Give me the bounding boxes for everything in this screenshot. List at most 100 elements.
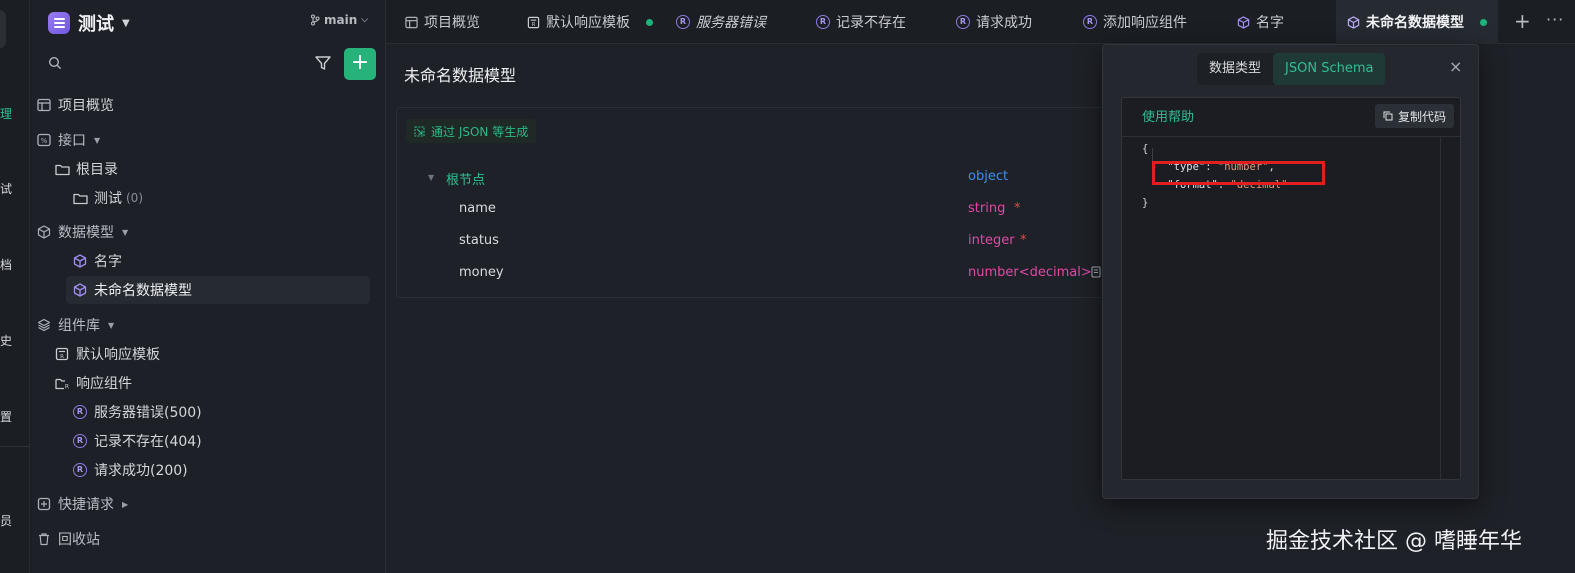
sidebar-item-trash[interactable]: 回收站	[36, 525, 376, 553]
import-icon	[414, 125, 425, 137]
field-type[interactable]: integer	[968, 233, 1015, 248]
sidebar-item-label: 回收站	[58, 532, 100, 548]
quick-request-icon	[36, 496, 52, 512]
sidebar-item-label: 数据模型	[58, 225, 114, 241]
new-tab-button[interactable]: +	[1514, 9, 1531, 33]
editor-divider	[1122, 136, 1460, 137]
field-type[interactable]: string	[968, 201, 1005, 216]
caret-down-icon: ▼	[122, 227, 129, 237]
page-title: 未命名数据模型	[404, 66, 517, 85]
sidebar-item-success[interactable]: R 请求成功(200)	[72, 456, 376, 484]
svg-text:R: R	[64, 383, 68, 390]
code-editor[interactable]: 使用帮助 复制代码 { "type": "number", "format": …	[1121, 97, 1461, 480]
caret-down-icon: ▼	[94, 135, 101, 145]
format-settings-icon[interactable]	[1091, 266, 1101, 278]
rail-item-manage[interactable]: 理	[0, 105, 12, 121]
sidebar-item-not-found[interactable]: R 记录不存在(404)	[72, 427, 376, 455]
field-name[interactable]: name	[459, 201, 496, 216]
rail-divider	[0, 446, 30, 447]
branch-switcher[interactable]: main ⌵	[310, 13, 368, 27]
project-switcher[interactable]: 测试 ▼	[48, 10, 130, 36]
rail-item-members[interactable]: 员	[0, 512, 12, 528]
cube-icon	[36, 224, 52, 240]
sidebar-item-label: 根目录	[76, 162, 118, 178]
highlight-annotation	[1152, 161, 1325, 185]
tab-not-found[interactable]: R 记录不存在	[816, 0, 906, 44]
tab-model-name[interactable]: 名字	[1236, 0, 1284, 44]
copy-code-button[interactable]: 复制代码	[1374, 104, 1454, 128]
field-name-root[interactable]: 根节点	[446, 169, 485, 188]
sidebar-section-components[interactable]: 组件库 ▼	[36, 311, 376, 339]
rail-handle	[0, 10, 6, 48]
svg-text:%: %	[41, 137, 48, 145]
sidebar: 测试 ▼ + 项目概览 % 接口 ▼ 根目录 测试 (0) 数据模型 ▼ 名字 …	[30, 0, 386, 573]
sidebar-section-quick-request[interactable]: 快捷请求 ▶	[36, 490, 376, 518]
tab-overview[interactable]: 项目概览	[404, 0, 480, 44]
add-button[interactable]: +	[344, 48, 376, 80]
sidebar-item-test-folder[interactable]: 测试 (0)	[72, 184, 376, 212]
json-schema-panel: 数据类型 JSON Schema × 使用帮助 复制代码 { "type": "…	[1102, 44, 1479, 499]
sidebar-item-label: 快捷请求	[58, 497, 114, 513]
copy-label: 复制代码	[1397, 109, 1446, 124]
tab-success[interactable]: R 请求成功	[956, 0, 1032, 44]
help-link[interactable]: 使用帮助	[1142, 106, 1194, 125]
caret-down-icon: ▼	[122, 17, 130, 29]
tab-default-template[interactable]: R 默认响应模板	[526, 0, 653, 44]
sidebar-item-server-error[interactable]: R 服务器错误(500)	[72, 398, 376, 426]
field-type-root[interactable]: object	[968, 169, 1008, 184]
tab-label: 服务器错误	[696, 15, 766, 31]
field-name[interactable]: money	[459, 265, 504, 280]
project-name: 测试	[78, 14, 114, 35]
template-icon: R	[54, 346, 70, 362]
code-open-brace: {	[1142, 143, 1149, 155]
response-icon: R	[676, 15, 690, 29]
cube-icon	[1236, 15, 1250, 29]
search-icon[interactable]	[48, 56, 62, 70]
code-close-brace: }	[1142, 197, 1149, 209]
sidebar-section-api[interactable]: % 接口 ▼	[36, 126, 376, 154]
caret-right-icon: ▶	[122, 499, 129, 509]
generate-from-json-button[interactable]: 通过 JSON 等生成	[406, 119, 537, 143]
tab-data-type[interactable]: 数据类型	[1197, 53, 1273, 85]
sidebar-item-label: 名字	[94, 254, 122, 270]
sidebar-item-unnamed-model[interactable]: 未命名数据模型	[66, 276, 370, 304]
tab-label: 未命名数据模型	[1366, 15, 1464, 31]
tab-add-response[interactable]: R 添加响应组件	[1083, 0, 1187, 44]
field-type[interactable]: number<decimal>	[968, 265, 1092, 280]
sidebar-item-default-template[interactable]: R 默认响应模板	[54, 340, 376, 368]
response-icon: R	[816, 15, 830, 29]
filter-icon[interactable]	[314, 54, 332, 72]
folder-icon	[72, 190, 88, 206]
caret-down-icon: ▼	[108, 320, 115, 330]
more-tabs-button[interactable]: ···	[1546, 10, 1564, 29]
sidebar-item-label: 测试	[94, 191, 122, 207]
folder-icon	[54, 161, 70, 177]
sidebar-item-label: 未命名数据模型	[94, 283, 192, 299]
tab-unnamed-model[interactable]: 未命名数据模型	[1336, 0, 1498, 44]
tab-label: 默认响应模板	[546, 15, 630, 31]
tab-label: 名字	[1256, 15, 1284, 31]
rail-item-test[interactable]: 试	[0, 180, 12, 196]
tab-json-schema[interactable]: JSON Schema	[1273, 53, 1386, 85]
tab-bar: main ⌵ 项目概览 R 默认响应模板 R 服务器错误 R 记录不存在 R 请…	[310, 0, 1575, 44]
left-rail: 理 试 档 史 置 员	[0, 0, 30, 573]
rail-item-docs[interactable]: 档	[0, 256, 12, 272]
sidebar-item-response-components[interactable]: R 响应组件	[54, 369, 376, 397]
sidebar-item-root-folder[interactable]: 根目录	[54, 155, 376, 183]
tab-server-error[interactable]: R 服务器错误	[676, 0, 766, 44]
expand-caret-icon[interactable]: ▼	[428, 173, 434, 182]
tab-label: 请求成功	[976, 15, 1032, 31]
rail-item-settings[interactable]: 置	[0, 408, 12, 424]
rail-item-history[interactable]: 史	[0, 332, 12, 348]
item-count: (0)	[126, 191, 143, 205]
generate-label: 通过 JSON 等生成	[431, 124, 529, 139]
close-icon[interactable]: ×	[1449, 57, 1462, 76]
template-icon: R	[526, 15, 540, 29]
editor-scrollbar[interactable]	[1440, 136, 1441, 479]
field-name[interactable]: status	[459, 233, 499, 248]
sidebar-item-overview[interactable]: 项目概览	[36, 91, 376, 119]
unsaved-dot	[646, 18, 653, 26]
sidebar-item-label: 接口	[58, 133, 86, 149]
sidebar-item-model-name[interactable]: 名字	[72, 247, 376, 275]
sidebar-section-models[interactable]: 数据模型 ▼	[36, 218, 376, 246]
